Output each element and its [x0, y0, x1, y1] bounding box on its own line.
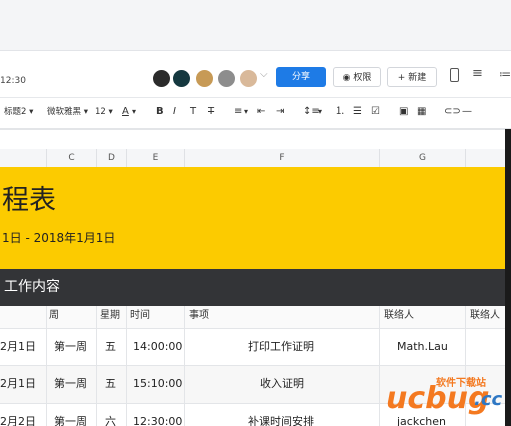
date-range: 1日 - 2018年1月1日 [2, 231, 116, 245]
list-icon[interactable]: ≔ [499, 66, 511, 82]
item-cell[interactable]: 收入证明 [260, 374, 304, 394]
item-cell[interactable]: 补课时间安排 [248, 412, 314, 426]
time-cell[interactable]: 14:00:00 [133, 337, 182, 357]
format-toolbar: 标题2 ▾ 微软雅黑 ▾ 12 ▾ A ▾ B I T T ≡ ▾ ⇤ ⇥ ↕≡… [0, 98, 511, 129]
time-label: 12:30 [0, 76, 26, 86]
chevron-down-icon[interactable]: ⌵ [260, 69, 268, 80]
strikethrough-icon[interactable]: T [208, 104, 214, 120]
week-cell[interactable]: 第一周 [54, 412, 87, 426]
column-header[interactable] [0, 149, 47, 168]
column-header[interactable]: G [380, 149, 466, 168]
date-cell[interactable]: 2月2日 [0, 412, 36, 426]
header-week: 周 [49, 310, 59, 321]
collaborator-avatar[interactable] [217, 69, 236, 88]
caret-icon[interactable]: ▾ [244, 104, 248, 120]
permission-button[interactable]: ◉ 权限 [333, 67, 381, 87]
caret-icon: ▾ [108, 107, 113, 117]
header-time: 时间 [130, 310, 150, 321]
italic-icon[interactable]: I [173, 104, 176, 120]
collaborator-avatar[interactable] [172, 69, 191, 88]
header-weekday: 星期 [100, 310, 120, 321]
size-label: 12 [95, 107, 106, 117]
collaborator-avatar[interactable] [239, 69, 258, 88]
title-banner: 程表 1日 - 2018年1月1日 [0, 167, 505, 269]
top-strip [0, 0, 511, 51]
time-cell[interactable]: 15:10:00 [133, 374, 182, 394]
weekday-cell[interactable]: 五 [105, 337, 116, 357]
font-select[interactable]: 微软雅黑 ▾ [47, 105, 88, 119]
watermark-logo: 软件下载站 ucbug .cc [384, 368, 511, 426]
font-size-select[interactable]: 12 ▾ [95, 105, 113, 119]
indent-increase-icon[interactable]: ⇥ [276, 104, 284, 120]
date-cell[interactable]: 2月1日 [0, 337, 36, 357]
table-header-row: 周 星期 时间 事项 联络人 联络人 [0, 306, 505, 328]
eye-icon: ◉ [342, 73, 351, 83]
ordered-list-icon[interactable]: ⒈ [335, 104, 345, 120]
table-row[interactable]: 2月1日 第一周 五 14:00:00 打印工作证明 Math.Lau [0, 329, 505, 365]
link-icon[interactable]: ⊂⊃ [444, 104, 461, 120]
week-cell[interactable]: 第一周 [54, 337, 87, 357]
checklist-icon[interactable]: ☑ [371, 104, 380, 120]
caret-icon[interactable]: ▾ [318, 104, 322, 120]
section-title: 工作内容 [4, 279, 60, 295]
week-cell[interactable]: 第一周 [54, 374, 87, 394]
font-label: 微软雅黑 [47, 107, 82, 117]
collaborator-avatar[interactable] [152, 69, 171, 88]
column-header[interactable] [466, 149, 505, 168]
date-cell[interactable]: 2月1日 [0, 374, 36, 394]
header-contact: 联络人 [384, 310, 414, 321]
text-style-icon[interactable]: T [190, 104, 196, 120]
section-header: 工作内容 [0, 269, 505, 306]
caret-icon[interactable]: ▾ [132, 104, 136, 120]
align-icon[interactable]: ≡ [234, 104, 242, 120]
bold-icon[interactable]: B [156, 104, 164, 120]
time-cell[interactable]: 12:30:00 [133, 412, 182, 426]
header-contact-2: 联络人 [470, 310, 500, 321]
column-header[interactable]: C [47, 149, 97, 168]
table-icon[interactable]: ▦ [417, 104, 426, 120]
divider-icon[interactable]: — [462, 104, 472, 120]
weekday-cell[interactable]: 五 [105, 374, 116, 394]
caret-icon: ▾ [83, 107, 88, 117]
weekday-cell[interactable]: 六 [105, 412, 116, 426]
heading-label: 标题2 [4, 107, 27, 117]
indent-decrease-icon[interactable]: ⇤ [257, 104, 265, 120]
permission-label: 权限 [353, 73, 372, 83]
caret-icon: ▾ [29, 107, 34, 117]
item-cell[interactable]: 打印工作证明 [248, 337, 314, 357]
column-header[interactable]: F [185, 149, 380, 168]
heading-select[interactable]: 标题2 ▾ [4, 105, 33, 119]
image-icon[interactable]: ▣ [399, 104, 408, 120]
bullet-list-icon[interactable]: ☰ [353, 104, 362, 120]
column-header[interactable]: E [127, 149, 185, 168]
header-item: 事项 [189, 310, 209, 321]
font-color-icon[interactable]: A [122, 104, 129, 120]
collaborator-avatar[interactable] [195, 69, 214, 88]
mobile-preview-icon[interactable] [450, 68, 459, 82]
menu-icon[interactable]: ≡ [472, 66, 483, 82]
watermark-tld: .cc [474, 389, 503, 410]
contact-cell[interactable]: Math.Lau [397, 337, 448, 357]
column-header[interactable]: D [97, 149, 127, 168]
new-button[interactable]: + 新建 [387, 67, 437, 87]
schedule-title: 程表 [2, 185, 56, 216]
share-button[interactable]: 分享 [276, 67, 326, 87]
document-header: 12:30 ⌵ 分享 ◉ 权限 + 新建 ≡ ≔ [0, 51, 511, 98]
